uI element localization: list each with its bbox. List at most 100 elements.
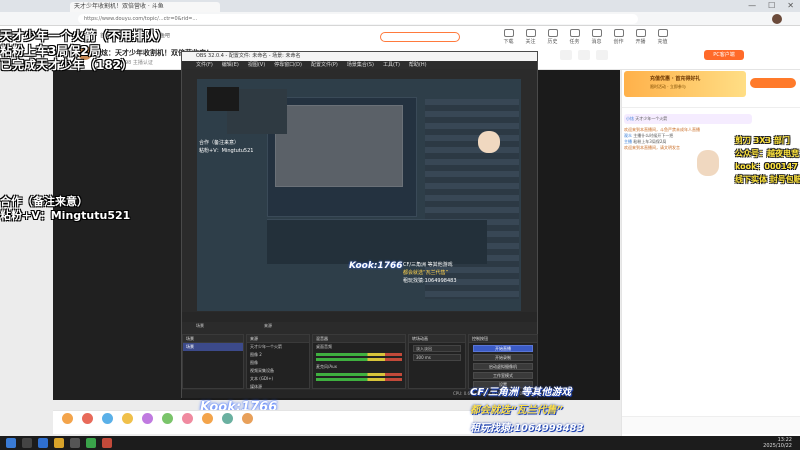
mascot-image bbox=[697, 150, 719, 176]
chat-input[interactable] bbox=[622, 416, 800, 434]
browser-tab[interactable]: 天才少年收割机！双倍营收 · 斗鱼 bbox=[70, 2, 220, 12]
share-icon[interactable] bbox=[560, 50, 572, 60]
gift-item[interactable] bbox=[179, 413, 195, 425]
gift-item[interactable] bbox=[139, 413, 155, 425]
obs-menu-file[interactable]: 文件(F) bbox=[196, 61, 213, 69]
obs-menu-scenes[interactable]: 场景集合(S) bbox=[347, 61, 374, 69]
right-overlay-text: 剪刀 3X3 部门 公众号：越夜电竞 kook：000147 线下实体 封号包赔 bbox=[735, 136, 800, 184]
recharge-icon[interactable]: 充值 bbox=[654, 29, 671, 45]
edge-icon[interactable] bbox=[38, 438, 48, 448]
create-icon[interactable]: 创作 bbox=[610, 29, 627, 45]
gift-item[interactable] bbox=[99, 413, 115, 425]
download-icon[interactable]: 下载 bbox=[500, 29, 517, 45]
promo-line: 都会就选“瓦兰代售” bbox=[470, 405, 563, 416]
wechat-icon[interactable] bbox=[86, 438, 96, 448]
chat-tabs bbox=[622, 100, 800, 108]
gift-item[interactable] bbox=[59, 413, 75, 425]
message-icon[interactable]: 消息 bbox=[588, 29, 605, 45]
chat-panel: 充值优惠 · 首充得好礼 限时活动 · 立即参与 小炫 天才少年一个火箭 欢迎来… bbox=[621, 70, 800, 436]
obs-titlebar: OBS 32.0.4 - 配置文件: 未命名 - 场景: 未命名 bbox=[182, 52, 537, 61]
source-item[interactable]: 图像 2 bbox=[247, 351, 309, 359]
mixer-dock-header: 混音器 bbox=[313, 335, 405, 343]
overlay-line: 粘粉+V：Mingtutu521 bbox=[0, 209, 131, 222]
gift-item[interactable] bbox=[119, 413, 135, 425]
search-input[interactable] bbox=[380, 32, 460, 42]
url-field[interactable]: https://www.douyu.com/topic/...ctr=0&rid… bbox=[78, 14, 638, 24]
nested-obs-docks bbox=[267, 219, 487, 264]
overlay-line: 已完成天才少年（182） bbox=[0, 58, 134, 72]
mascot-image bbox=[478, 131, 500, 153]
browser-tabstrip: 天才少年收割机！双倍营收 · 斗鱼 — ☐ ✕ bbox=[0, 0, 800, 12]
close-icon[interactable]: ✕ bbox=[787, 0, 794, 12]
obs-menu-docks[interactable]: 停靠窗口(D) bbox=[274, 61, 302, 69]
start-streaming-button[interactable]: 开始直播 bbox=[473, 345, 533, 352]
app-icon[interactable] bbox=[102, 438, 112, 448]
gift-item[interactable] bbox=[159, 413, 175, 425]
obs-tab-scenes[interactable]: 场景 bbox=[196, 322, 204, 330]
history-icon[interactable]: 历史 bbox=[544, 29, 561, 45]
sources-dock-header: 来源 bbox=[247, 335, 309, 343]
audio-meter bbox=[316, 378, 402, 381]
obs-tab-sources[interactable]: 来源 bbox=[264, 322, 272, 330]
obs-menu-profile[interactable]: 配置文件(P) bbox=[311, 61, 338, 69]
source-item[interactable]: 文本 (GDI+) bbox=[247, 375, 309, 383]
maximize-icon[interactable]: ☐ bbox=[768, 0, 775, 12]
start-recording-button[interactable]: 开始录制 bbox=[473, 354, 533, 361]
obs-menu-view[interactable]: 视图(V) bbox=[248, 61, 265, 69]
obs-preview[interactable]: 合作（备注来意） 粘粉+V：Mingtutu521 Kook:1766 CF/三… bbox=[197, 79, 521, 311]
pc-client-button[interactable]: PC客户端 bbox=[704, 50, 744, 60]
taskbar: 13:22 2025/10/22 bbox=[0, 436, 800, 450]
screen: 天才少年收割机！双倍营收 · 斗鱼 — ☐ ✕ https://www.douy… bbox=[0, 0, 800, 450]
start-icon[interactable] bbox=[6, 438, 16, 448]
nested-preview-inner bbox=[275, 105, 403, 187]
obs-menu-edit[interactable]: 编辑(E) bbox=[222, 61, 239, 69]
controls-dock-header: 控制按钮 bbox=[469, 335, 537, 343]
promo-line: CF/三角洲 等其他游戏 bbox=[470, 387, 572, 398]
task-icon[interactable]: 任务 bbox=[566, 29, 583, 45]
folder-icon[interactable] bbox=[54, 438, 64, 448]
gift-item[interactable] bbox=[219, 413, 235, 425]
promo-overlay: CF/三角洲 等其他游戏 都会就选“瓦兰代售” 租玩找猿:1064998483 bbox=[470, 383, 630, 437]
studio-mode-button[interactable]: 工作室模式 bbox=[473, 372, 533, 379]
gift-item[interactable] bbox=[239, 413, 255, 425]
recharge-banner[interactable]: 充值优惠 · 首充得好礼 限时活动 · 立即参与 bbox=[624, 71, 746, 97]
source-item[interactable]: 视频采集设备 bbox=[247, 367, 309, 375]
search-icon[interactable] bbox=[22, 438, 32, 448]
minimize-icon[interactable]: — bbox=[748, 0, 756, 12]
nested-overlay-dark bbox=[207, 87, 239, 111]
system-clock[interactable]: 13:22 2025/10/22 bbox=[763, 437, 792, 449]
obs-menu-tools[interactable]: 工具(T) bbox=[383, 61, 400, 69]
player-left-area bbox=[53, 70, 181, 400]
sources-dock: 来源 天才少年一个火箭 图像 2 图像 视频采集设备 文本 (GDI+) 媒体源 bbox=[246, 334, 310, 389]
obs-icon[interactable] bbox=[70, 438, 80, 448]
follow-icon[interactable]: 关注 bbox=[522, 29, 539, 45]
report-icon[interactable] bbox=[578, 50, 590, 60]
scene-item[interactable]: 场景 bbox=[183, 343, 243, 351]
scenes-dock-header: 场景 bbox=[183, 335, 243, 343]
gift-bar bbox=[53, 410, 473, 434]
duration-field[interactable]: 300 ms bbox=[413, 354, 461, 361]
preview-overlay-text-2: 粘粉+V：Mingtutu521 bbox=[199, 148, 254, 154]
obs-dock-tabs: 场景 来源 bbox=[182, 322, 537, 330]
audio-meter bbox=[316, 373, 402, 376]
chat-list: 小炫 天才少年一个火箭 欢迎来到本直播间，斗鱼严禁未成年人直播 观众 主播什么时… bbox=[624, 114, 752, 434]
go-live-icon[interactable]: 开播 bbox=[632, 29, 649, 45]
controls-dock: 控制按钮 开始直播 开始录制 启动虚拟摄像机 工作室模式 设置 bbox=[468, 334, 538, 389]
gift-item[interactable] bbox=[79, 413, 95, 425]
gift-item[interactable] bbox=[199, 413, 215, 425]
obs-preview-toolbar bbox=[182, 312, 537, 322]
follow-button[interactable] bbox=[596, 50, 608, 60]
audio-meter bbox=[316, 358, 402, 361]
virtual-camera-button[interactable]: 启动虚拟摄像机 bbox=[473, 363, 533, 370]
mixer-dock: 混音器 桌面音频 麦克风/Aux bbox=[312, 334, 406, 389]
profile-avatar[interactable] bbox=[772, 14, 782, 24]
transition-select[interactable]: 淡入淡出 bbox=[413, 345, 461, 352]
scenes-dock: 场景 场景 bbox=[182, 334, 244, 389]
source-item[interactable]: 天才少年一个火箭 bbox=[247, 343, 309, 351]
header-icons: 下载 关注 历史 任务 消息 创作 开播 充值 bbox=[500, 29, 671, 45]
preview-kook-text: Kook:1766 bbox=[349, 261, 403, 271]
obs-menu-help[interactable]: 帮助(H) bbox=[409, 61, 427, 69]
banner-action-button[interactable] bbox=[750, 78, 796, 88]
preview-promo: CF/三角洲 等其他游戏 都会就选“瓦兰代售” 租玩找猿:1064998483 bbox=[403, 262, 457, 284]
source-item[interactable]: 图像 bbox=[247, 359, 309, 367]
